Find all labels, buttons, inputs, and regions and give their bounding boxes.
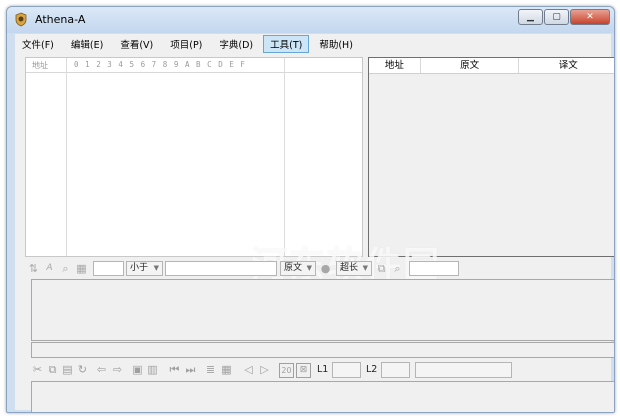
sort-icon[interactable]: ⇅ (27, 262, 40, 275)
hex-column-D: D (218, 60, 223, 69)
status-field (415, 362, 512, 378)
minimize-button[interactable]: ▁ (518, 9, 543, 25)
paste-icon[interactable]: ▤ (61, 363, 74, 376)
first-icon[interactable]: ⏮ (168, 363, 181, 376)
maximize-button[interactable]: ▢ (544, 9, 569, 25)
menu-project[interactable]: 项目(P) (163, 35, 209, 53)
hex-divider-address (66, 58, 67, 256)
close-button[interactable]: ✕ (570, 9, 610, 25)
search-input[interactable] (165, 261, 277, 276)
l1-input[interactable] (332, 362, 361, 378)
image-icon[interactable]: ⊠ (296, 363, 311, 378)
translation-edit-area[interactable] (31, 381, 614, 412)
info-icon[interactable]: ● (319, 262, 332, 275)
menu-help[interactable]: 帮助(H) (312, 35, 360, 53)
l2-label: L2 (366, 364, 378, 375)
hex-column-F: F (240, 60, 245, 69)
hex-header: 地址 0123456789ABCDEF (26, 58, 362, 73)
list-icon[interactable]: ≣ (204, 363, 217, 376)
search-value-input[interactable] (409, 261, 459, 276)
hex-column-0: 0 (74, 60, 79, 69)
menu-edit[interactable]: 编辑(E) (64, 35, 110, 53)
hex-divider-ascii (284, 58, 285, 256)
refresh-icon[interactable]: ↻ (76, 363, 89, 376)
menu-tools[interactable]: 工具(T) (263, 34, 310, 53)
source-text-area[interactable] (31, 279, 614, 341)
back-arrow-icon[interactable]: ⇦ (95, 363, 108, 376)
hex-address-header: 地址 (32, 61, 48, 70)
count-20-button[interactable]: 20 (279, 363, 294, 378)
edit-toolbar: ✂ ⧉ ▤ ↻ ⇦ ⇨ ▣ ▥ ⏮ ⏭ ≣ ▦ ◁ ▷ 20 ⊠ L1 L2 (31, 360, 614, 380)
copy-icon[interactable]: ⧉ (46, 363, 59, 376)
title-bar: Athena-A ▁ ▢ ✕ (7, 7, 614, 33)
hex-column-C: C (207, 60, 212, 69)
save-icon[interactable]: ▣ (131, 363, 144, 376)
hex-column-1: 1 (85, 60, 90, 69)
next-icon[interactable]: ▷ (258, 363, 271, 376)
info-bar (31, 342, 614, 358)
app-window: Athena-A ▁ ▢ ✕ 文件(F) 编辑(E) 查看(V) 项目(P) 字… (6, 6, 615, 413)
hex-column-7: 7 (151, 60, 157, 69)
hex-column-4: 4 (118, 60, 123, 69)
save-all-icon[interactable]: ▥ (146, 363, 159, 376)
hex-column-E: E (229, 60, 234, 69)
copy-icon[interactable]: ⧉ (375, 262, 388, 275)
l1-label: L1 (317, 364, 329, 375)
last-icon[interactable]: ⏭ (184, 363, 197, 376)
number-input[interactable] (93, 261, 124, 276)
table-header: 地址 原文 译文 (369, 58, 614, 74)
search-toolbar: ⇅ A ⌕ ▦ 小于 ▼ 原文 ▼ ● 超长 ▼ ⧉ ⌕ (25, 260, 614, 278)
hex-column-8: 8 (162, 60, 168, 69)
hex-column-3: 3 (107, 60, 112, 69)
prev-icon[interactable]: ◁ (242, 363, 255, 376)
col-translation[interactable]: 译文 (519, 58, 614, 73)
app-logo-icon (15, 12, 27, 27)
hex-column-headers: 0123456789ABCDEF (74, 60, 252, 69)
hex-view[interactable]: 地址 0123456789ABCDEF (25, 57, 363, 257)
window-title: Athena-A (35, 13, 86, 26)
length-select[interactable]: 超长 ▼ (336, 261, 372, 276)
l2-input[interactable] (381, 362, 410, 378)
text-type-select[interactable]: 原文 ▼ (280, 261, 316, 276)
hex-column-B: B (196, 60, 201, 69)
compare-select[interactable]: 小于 ▼ (126, 261, 163, 276)
menu-view[interactable]: 查看(V) (113, 35, 160, 53)
translation-table[interactable]: 地址 原文 译文 (368, 57, 614, 257)
hex-column-5: 5 (129, 60, 134, 69)
find-icon[interactable]: ⌕ (59, 262, 72, 275)
hex-column-A: A (184, 60, 190, 69)
menu-dictionary[interactable]: 字典(D) (212, 35, 260, 53)
grid-icon[interactable]: ▦ (75, 262, 88, 275)
menu-file[interactable]: 文件(F) (15, 35, 61, 53)
col-address[interactable]: 地址 (369, 58, 421, 73)
forward-arrow-icon[interactable]: ⇨ (111, 363, 124, 376)
menu-bar: 文件(F) 编辑(E) 查看(V) 项目(P) 字典(D) 工具(T) 帮助(H… (15, 34, 611, 53)
hex-column-6: 6 (140, 60, 146, 69)
zoom-icon[interactable]: ⌕ (391, 262, 404, 275)
col-source[interactable]: 原文 (421, 58, 520, 73)
hex-column-2: 2 (96, 60, 101, 69)
cut-icon[interactable]: ✂ (31, 363, 44, 376)
hex-column-9: 9 (173, 60, 179, 69)
client-area: 地址 0123456789ABCDEF 地址 原文 译文 河东软件园 ⇅ A ⌕… (15, 53, 614, 412)
font-icon[interactable]: A (43, 262, 56, 275)
table-icon[interactable]: ▦ (220, 363, 233, 376)
